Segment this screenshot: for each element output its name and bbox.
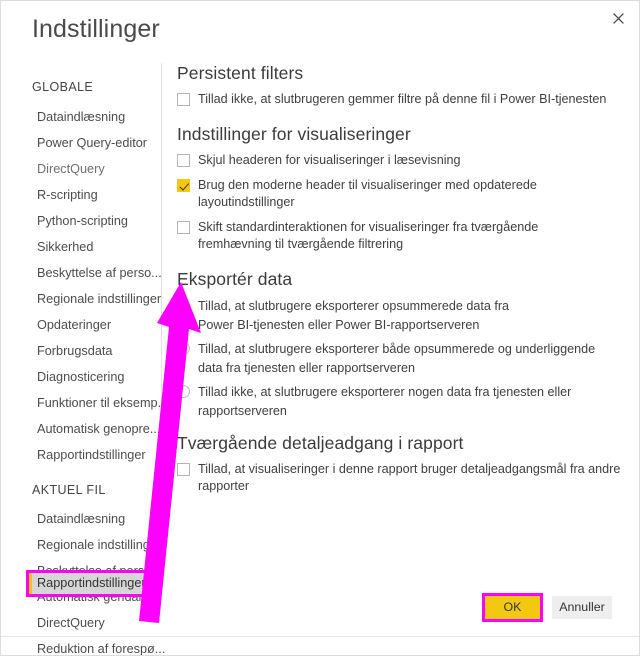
sidebar-item-file-dataindlaesning[interactable]: Dataindlæsning [29,509,125,530]
dialog-footer: OK Annuller [1,583,639,655]
sidebar-item-sikkerhed[interactable]: Sikkerhed [29,237,93,258]
sidebar-item-file-regionale-indstillinger[interactable]: Regionale indstillinger [29,535,161,556]
sidebar-group-globale: GLOBALE [32,80,94,94]
section-cross-report-drillthrough: Tværgående detaljeadgang i rapport Tilla… [177,433,629,495]
sidebar-item-diagnosticering[interactable]: Diagnosticering [29,367,124,388]
sidebar-group-aktuel-fil: AKTUEL FIL [32,483,106,497]
settings-content-pane: Persistent filters Tillad ikke, at slutb… [177,63,629,511]
sidebar-item-beskyttelse-af-personoplysninger[interactable]: Beskyttelse af perso... [29,263,162,284]
option-row[interactable]: Tillad, at visualiseringer i denne rappo… [177,461,629,495]
section-heading: Persistent filters [177,63,304,83]
sidebar-item-directquery[interactable]: DirectQuery [29,159,105,180]
page-title: Indstillinger [32,15,160,43]
close-icon[interactable] [603,5,633,31]
sidebar-item-rapportindstillinger-global[interactable]: Rapportindstillinger [29,445,146,466]
sidebar-item-automatisk-genoprettelse[interactable]: Automatisk genopre... [29,419,160,440]
settings-dialog: Indstillinger GLOBALE Dataindlæsning Pow… [0,0,640,656]
sidebar-content-divider [161,63,162,583]
sidebar-item-regionale-indstillinger[interactable]: Regionale indstillinger [29,289,161,310]
option-label: Tillad ikke, at slutbrugeren gemmer filt… [198,92,607,106]
checkbox-cross-report-drillthrough[interactable] [177,463,190,476]
radio-export-summarized-and-underlying-data[interactable] [177,342,190,355]
option-label: Tillad ikke, at slutbrugere eksporterer … [198,385,572,418]
option-row[interactable]: Skjul headeren for visualiseringer i læs… [177,152,629,169]
sidebar-item-dataindlaesning[interactable]: Dataindlæsning [29,107,125,128]
cancel-button[interactable]: Annuller [552,596,612,619]
checkbox-modern-visual-header[interactable] [177,179,190,192]
option-row[interactable]: Tillad, at slutbrugere eksporterer både … [177,340,629,378]
sidebar-item-r-scripting[interactable]: R-scripting [29,185,98,206]
sidebar-item-funktioner-til-eksempel[interactable]: Funktioner til eksemp... [29,393,168,414]
option-row[interactable]: Tillad, at slutbrugere eksporterer opsum… [177,297,629,335]
section-heading: Eksportér data [177,269,293,289]
checkbox-hide-visual-header[interactable] [177,154,190,167]
checkbox-default-interaction-cross-filter[interactable] [177,221,190,234]
section-export-data: Eksportér data Tillad, at slutbrugere ek… [177,269,629,421]
option-label: Tillad, at slutbrugere eksporterer både … [198,342,596,375]
sidebar-item-opdateringer[interactable]: Opdateringer [29,315,111,336]
sidebar-item-power-query-editor[interactable]: Power Query-editor [29,133,147,154]
settings-sidebar: GLOBALE Dataindlæsning Power Query-edito… [1,57,168,655]
option-label: Tillad, at visualiseringer i denne rappo… [198,462,621,493]
option-label: Skjul headeren for visualiseringer i læs… [198,153,461,167]
footer-divider [1,636,639,637]
section-heading: Tværgående detaljeadgang i rapport [177,433,464,453]
sidebar-item-forbrugsdata[interactable]: Forbrugsdata [29,341,112,362]
option-label: Tillad, at slutbrugere eksporterer opsum… [198,299,510,332]
option-row[interactable]: Tillad ikke, at slutbrugere eksporterer … [177,383,629,421]
dialog-titlebar: Indstillinger [1,1,639,57]
sidebar-item-python-scripting[interactable]: Python-scripting [29,211,128,232]
radio-export-no-data[interactable] [177,385,190,398]
option-label: Brug den moderne header til visualiserin… [198,178,537,209]
option-row[interactable]: Tillad ikke, at slutbrugeren gemmer filt… [177,91,629,108]
option-label: Skift standardinteraktionen for visualis… [198,220,539,251]
section-persistent-filters: Persistent filters Tillad ikke, at slutb… [177,63,629,108]
section-heading: Indstillinger for visualiseringer [177,124,411,144]
section-visual-settings: Indstillinger for visualiseringer Skjul … [177,124,629,253]
ok-button[interactable]: OK [485,596,540,619]
option-row[interactable]: Brug den moderne header til visualiserin… [177,177,629,211]
option-row[interactable]: Skift standardinteraktionen for visualis… [177,219,629,253]
radio-export-summarized-data[interactable] [177,299,190,312]
checkbox-persistent-filters[interactable] [177,93,190,106]
